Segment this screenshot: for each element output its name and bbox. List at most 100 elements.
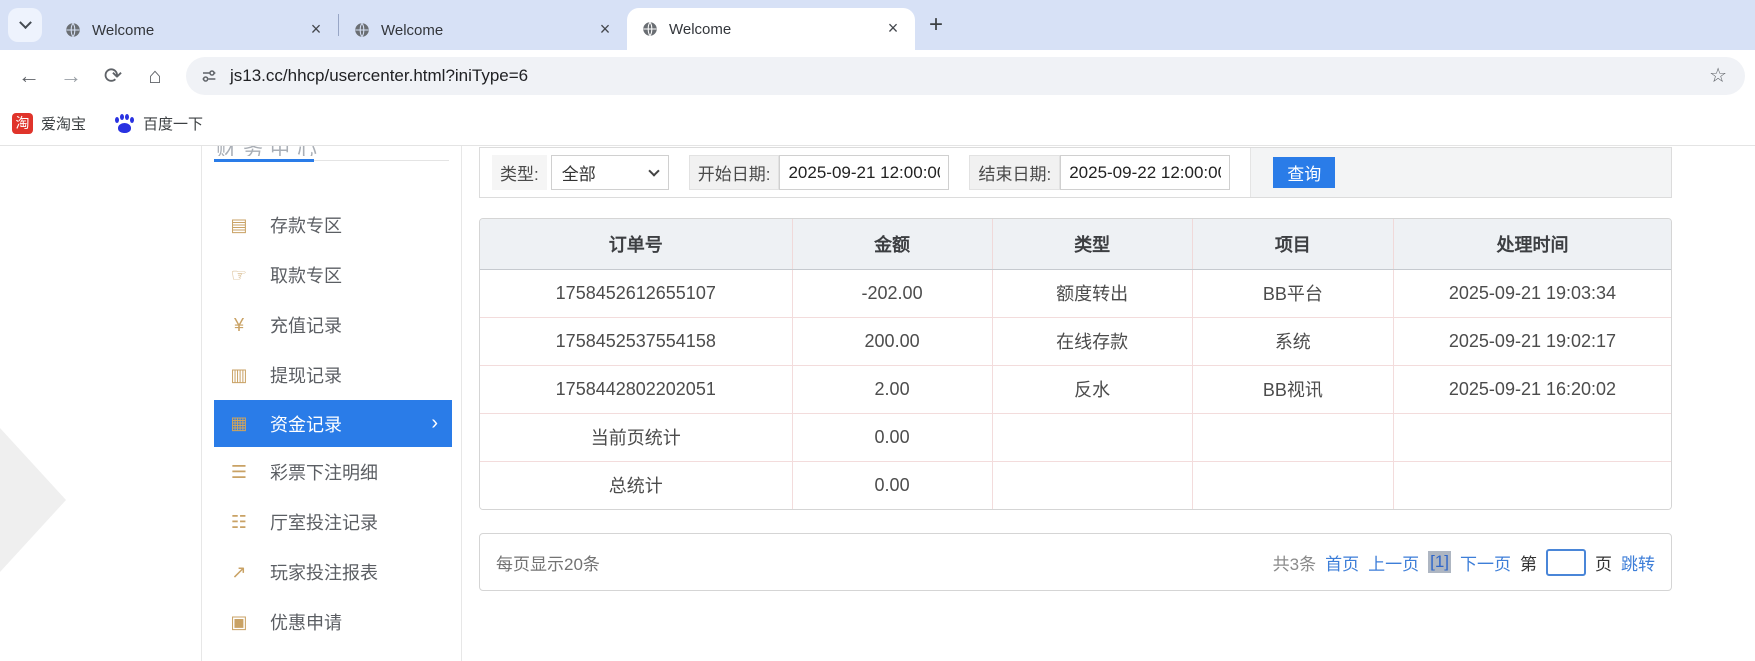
pagination-controls: 共3条 首页 上一页 [1] 下一页 第 页 跳转 [1264,548,1655,576]
table-row: 1758442802202051 2.00 反水 BB视讯 2025-09-21… [480,365,1671,414]
gift-ticket-icon: ▣ [230,611,248,632]
records-table: 订单号 金额 类型 项目 处理时间 1758452612655107 -202.… [479,218,1672,510]
globe-icon [643,22,657,36]
cell-order-id: 1758452537554158 [480,317,793,366]
tab-search-button[interactable] [8,8,42,42]
cell-amount: 0.00 [792,413,993,462]
type-select[interactable]: 全部 [550,155,669,190]
search-button[interactable]: 查询 [1273,157,1336,188]
table-row: 1758452612655107 -202.00 额度转出 BB平台 2025-… [480,269,1671,318]
first-page-link[interactable]: 首页 [1325,550,1359,575]
chevron-right-icon: › [431,412,438,434]
sidebar-item-recharge-record[interactable]: ¥ 充值记录 [202,300,461,350]
start-date-input[interactable] [779,155,950,190]
current-page-indicator: [1] [1428,551,1451,573]
bookmark-star-icon[interactable]: ☆ [1705,63,1731,88]
sidebar-item-label: 玩家投注报表 [270,563,378,583]
cell-project: 系统 [1192,317,1394,366]
filter-bar: 类型: 全部 开始日期: 结束日期: 查询 [479,147,1672,198]
bookmark-taobao[interactable]: 淘 爱淘宝 [12,112,86,134]
cell-process-time: 2025-09-21 16:20:02 [1393,365,1671,414]
browser-tab-3-active[interactable]: Welcome × [627,8,915,50]
cell-type: 额度转出 [992,269,1193,318]
sidebar-item-label: 厅室投注记录 [270,513,378,533]
sidebar-item-player-bet-report[interactable]: ↗ 玩家投注报表 [202,547,461,597]
sidebar-item-withdraw-zone[interactable]: ☞ 取款专区 [202,250,461,300]
sidebar-header[interactable]: 财务中心 [216,146,461,156]
end-date-label: 结束日期: [969,155,1061,190]
deposit-card-icon: ▤ [230,214,248,235]
browser-tab-2[interactable]: Welcome × [339,10,627,50]
address-bar[interactable]: js13.cc/hhcp/usercenter.html?iniType=6 ☆ [186,56,1745,95]
bookmark-baidu[interactable]: 百度一下 [114,113,203,134]
site-settings-icon [202,69,216,82]
browser-tab-1[interactable]: Welcome × [50,10,338,50]
close-icon[interactable]: × [304,18,328,42]
url-text: js13.cc/hhcp/usercenter.html?iniType=6 [230,65,529,85]
cell-process-time: 2025-09-21 19:02:17 [1393,317,1671,366]
sidebar-item-deposit-zone[interactable]: ▤ 存款专区 [202,200,461,250]
wallet-icon: ▥ [230,364,248,385]
back-icon[interactable]: ← [10,57,48,95]
tab-title: Welcome [92,21,155,39]
grid-list-icon: ☷ [230,511,248,532]
list-icon: ☰ [230,461,248,482]
money-bag-icon: ¥ [233,314,244,335]
sidebar-tab-underline [214,159,449,162]
cell-order-id: 1758442802202051 [480,365,793,414]
sidebar-item-label: 充值记录 [270,316,342,336]
sidebar-item-label: 资金记录 [270,414,342,435]
sidebar-header-label: 财务中心 [216,146,461,156]
new-tab-button[interactable]: + [921,10,951,40]
cell-project: BB视讯 [1192,365,1394,414]
prev-page-link[interactable]: 上一页 [1368,550,1419,575]
col-process-time: 处理时间 [1393,219,1671,270]
tab-title: Welcome [381,21,444,39]
web-page: 财务中心 ▤ 存款专区 ☞ 取款专区 ¥ 充值记录 ▥ [0,146,1755,661]
banknotes-icon: ▦ [230,413,248,433]
taobao-icon: 淘 [12,112,33,134]
tab-strip: Welcome × Welcome × Welcome × + [0,0,1755,50]
cell-type: 在线存款 [992,317,1193,366]
type-select-value: 全部 [561,165,596,184]
sidebar-item-hall-bet-record[interactable]: ☷ 厅室投注记录 [202,497,461,547]
chevron-down-icon [648,164,660,177]
next-page-link[interactable]: 下一页 [1460,550,1511,575]
globe-icon [355,23,369,37]
col-order-id: 订单号 [480,219,793,270]
cell-amount: 0.00 [792,461,993,509]
col-amount: 金额 [792,219,993,270]
type-filter-label: 类型: [492,155,547,190]
col-type: 类型 [992,219,1193,270]
table-row: 1758452537554158 200.00 在线存款 系统 2025-09-… [480,317,1671,366]
cell-amount: 200.00 [792,317,993,366]
col-project: 项目 [1192,219,1394,270]
jump-prefix-label: 第 [1520,554,1537,574]
tab-title: Welcome [669,20,732,38]
sidebar-item-label: 提现记录 [270,366,342,386]
end-date-input[interactable] [1060,155,1231,190]
sidebar-item-label: 优惠申请 [270,613,342,633]
globe-icon [66,23,80,37]
sidebar-item-withdrawal-record[interactable]: ▥ 提现记录 [202,350,461,400]
close-icon[interactable]: × [881,17,905,41]
reload-icon[interactable]: ⟳ [94,57,132,95]
filter-right-zone: 查询 [1250,148,1671,197]
sidebar-item-label: 彩票下注明细 [270,463,378,483]
cell-project: BB平台 [1192,269,1394,318]
cell-amount: -202.00 [792,269,993,318]
table-header-row: 订单号 金额 类型 项目 处理时间 [480,219,1671,270]
page-number-input[interactable] [1546,548,1586,576]
baidu-paw-icon [114,113,135,134]
hand-money-icon: ☞ [230,264,248,285]
sidebar-item-label: 存款专区 [270,216,342,236]
home-icon[interactable]: ⌂ [136,57,174,95]
jump-link[interactable]: 跳转 [1621,550,1655,575]
sidebar-item-lottery-bet-detail[interactable]: ☰ 彩票下注明细 [202,447,461,497]
forward-icon[interactable]: → [52,57,90,95]
sidebar-item-funds-record[interactable]: ▦ 资金记录 › [214,400,452,447]
close-icon[interactable]: × [593,18,617,42]
sidebar: 财务中心 ▤ 存款专区 ☞ 取款专区 ¥ 充值记录 ▥ [201,146,462,661]
sidebar-item-promo-apply[interactable]: ▣ 优惠申请 [202,597,461,647]
chart-icon: ↗ [231,561,247,582]
